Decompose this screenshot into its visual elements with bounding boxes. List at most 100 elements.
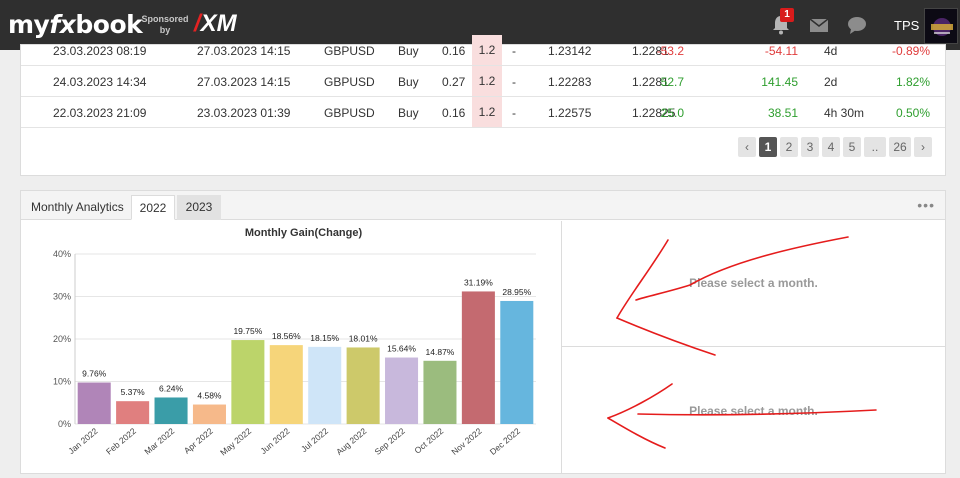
trade-cell-tp: - [512,44,516,58]
x-tick-label: Jan 2022 [66,426,99,456]
bar-data-label: 15.64% [387,344,416,354]
x-tick-label: Feb 2022 [104,426,138,457]
page-5-button[interactable]: 5 [843,137,861,157]
trade-cell-open-price: 1.22575 [548,106,592,120]
trade-cell-open: 23.03.2023 08:19 [53,44,147,58]
trade-cell-symbol: GBPUSD [324,44,375,58]
trade-cell-profit: 141.45 [761,75,798,89]
trade-cell-profit: -54.11 [764,44,798,58]
envelope-icon[interactable] [808,14,830,36]
trade-cell-close: 27.03.2023 14:15 [197,75,291,89]
xm-sponsor-logo[interactable]: /XM [194,10,237,38]
xm-logo-text: XM [200,10,237,37]
trade-cell-action: Buy [398,44,419,58]
trade-cell-symbol: GBPUSD [324,75,375,89]
page-1-button[interactable]: 1 [759,137,777,157]
xm-logo-mark: / [194,10,201,37]
bar-may-2022 [231,340,265,424]
x-tick-label: May 2022 [218,426,253,458]
trade-cell-open: 24.03.2023 14:34 [53,75,147,89]
y-tick-label: 20% [53,334,71,344]
page-prev-button[interactable]: ‹ [738,137,756,157]
sponsor-label: Sponsored by [140,14,190,36]
analytics-header: Monthly Analytics 2022 2023 ••• [21,191,945,220]
bar-data-label: 31.19% [464,277,493,287]
panel-divider-horizontal [562,346,945,347]
x-tick-label: Sep 2022 [373,426,408,457]
tab-2022[interactable]: 2022 [131,195,175,220]
bar-data-label: 18.56% [272,331,301,341]
y-tick-label: 0% [58,419,71,429]
x-tick-label: Aug 2022 [334,426,369,457]
trade-cell-tp: - [512,75,516,89]
page-26-button[interactable]: 26 [889,137,911,157]
trade-cell-action: Buy [398,106,419,120]
panel-divider-vertical [561,221,562,473]
page-2-button[interactable]: 2 [780,137,798,157]
sponsor-line-1: Sponsored [141,14,189,24]
trade-cell-duration: 4d [824,44,838,58]
bar-data-label: 6.24% [159,383,184,393]
x-tick-label: Jul 2022 [299,426,330,454]
trade-cell-pips: 25.0 [660,106,684,120]
bar-jun-2022 [269,345,303,424]
trade-row[interactable]: 24.03.2023 14:34 27.03.2023 14:15 GBPUSD Bu… [21,66,945,97]
trade-cell-lots: 0.16 [442,106,466,120]
trade-cell-duration: 2d [824,75,838,89]
x-tick-label: Oct 2022 [412,426,445,456]
analytics-title: Monthly Analytics [31,200,124,214]
bar-data-label: 28.95% [502,287,531,297]
x-tick-label: Nov 2022 [449,426,484,457]
trade-cell-lots: 0.27 [442,75,466,89]
page-4-button[interactable]: 4 [822,137,840,157]
bar-dec-2022 [500,300,534,424]
page-next-button[interactable]: › [914,137,932,157]
trade-cell-close: 27.03.2023 14:15 [197,44,291,58]
y-tick-label: 40% [53,249,71,259]
trade-cell-gain: 0.50% [895,106,930,120]
trade-cell-open: 22.03.2023 21:09 [53,106,147,120]
trade-row[interactable]: 23.03.2023 08:19 27.03.2023 14:15 GBPUSD Bu… [21,35,945,66]
trade-cell-symbol: GBPUSD [324,106,375,120]
trade-cell-duration: 4h 30m [824,106,865,120]
bar-oct-2022 [423,360,457,424]
trade-cell-profit: 38.51 [767,106,798,120]
select-month-message-top: Please select a month. [689,276,818,290]
bar-aug-2022 [346,347,380,424]
bar-jan-2022 [77,382,111,424]
page-3-button[interactable]: 3 [801,137,819,157]
y-tick-label: 10% [53,377,71,387]
bar-feb-2022 [116,401,150,424]
trade-cell-pips: 52.7 [660,75,684,89]
bar-mar-2022 [154,397,188,424]
bar-data-label: 19.75% [233,326,262,336]
monthly-gain-chart: Monthly Gain(Change) 0% 10% 20% 30% 40% 9.76% J… [21,221,561,473]
more-options-icon[interactable]: ••• [917,197,935,213]
trade-cell-sl: 1.2 [472,97,502,127]
bar-data-label: 14.87% [426,347,455,357]
y-tick-label: 30% [53,292,71,302]
trade-cell-sl: 1.2 [472,66,502,96]
trade-row[interactable]: 22.03.2023 21:09 23.03.2023 01:39 GBPUSD Bu… [21,97,945,128]
bar-data-label: 18.01% [349,333,378,343]
chat-icon[interactable] [846,14,868,36]
page-ellipsis: .. [864,137,886,157]
pagination: ‹ 1 2 3 4 5.. 26 › [738,137,935,157]
bar-sep-2022 [385,357,419,424]
bar-data-label: 9.76% [82,369,107,379]
monthly-analytics-panel: Monthly Analytics 2022 2023 ••• Monthly … [20,190,946,474]
tab-2023[interactable]: 2023 [177,195,221,220]
trade-cell-action: Buy [398,75,419,89]
notification-badge: 1 [780,8,794,22]
trade-cell-sl: 1.2 [472,35,502,65]
x-tick-label: Mar 2022 [142,426,176,457]
trade-cell-gain: 1.82% [895,75,930,89]
trade-cell-close: 23.03.2023 01:39 [197,106,291,120]
user-name-label[interactable]: TPS [894,18,919,33]
trade-cell-open-price: 1.22283 [548,75,592,89]
trade-cell-tp: - [512,106,516,120]
select-month-message-bottom: Please select a month. [689,404,818,418]
bar-data-label: 4.58% [197,391,222,401]
x-tick-label: Jun 2022 [258,426,291,456]
trade-history-panel: 23.03.2023 08:19 27.03.2023 14:15 GBPUSD Bu… [20,35,946,176]
